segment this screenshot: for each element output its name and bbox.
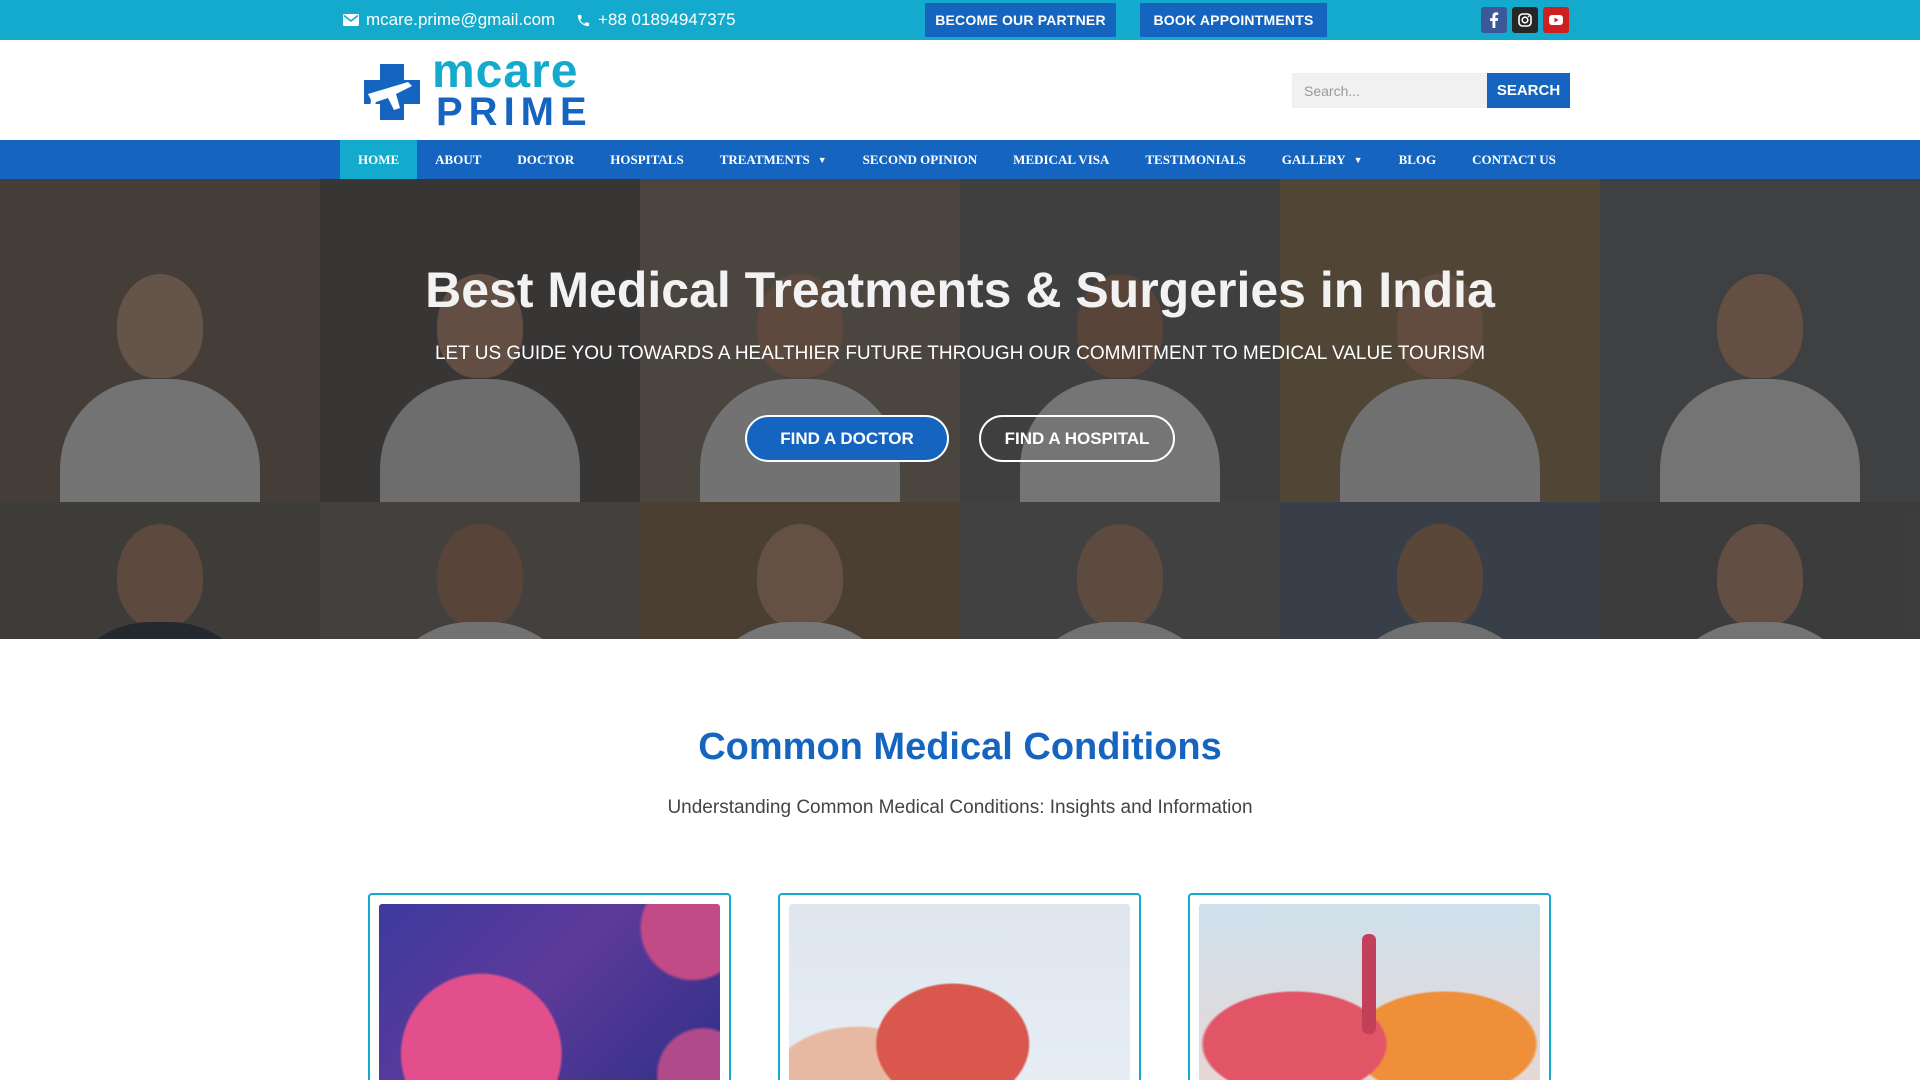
nav-doctor[interactable]: DOCTOR xyxy=(499,140,592,179)
heart-image xyxy=(789,904,1130,1080)
phone-contact[interactable]: +88 01894947375 xyxy=(576,0,736,40)
top-bar: mcare.prime@gmail.com +88 01894947375 BE… xyxy=(0,0,1920,40)
email-contact[interactable]: mcare.prime@gmail.com xyxy=(343,0,555,40)
nav-second-opinion[interactable]: SECOND OPINION xyxy=(845,140,996,179)
nav-testimonials[interactable]: TESTIMONIALS xyxy=(1127,140,1263,179)
hero-subtitle: LET US GUIDE YOU TOWARDS A HEALTHIER FUT… xyxy=(434,343,1486,364)
section-subtitle: Understanding Common Medical Conditions:… xyxy=(667,797,1253,818)
hero-banner: Best Medical Treatments & Surgeries in I… xyxy=(0,179,1920,639)
search-input[interactable] xyxy=(1292,73,1487,108)
nav-hospitals[interactable]: HOSPITALS xyxy=(592,140,701,179)
nav-home[interactable]: HOME xyxy=(340,140,418,179)
section-title: Common Medical Conditions xyxy=(698,726,1222,768)
youtube-icon[interactable] xyxy=(1543,7,1569,33)
condition-card-cancer[interactable] xyxy=(368,893,731,1080)
lungs-image xyxy=(1199,904,1540,1080)
envelope-icon xyxy=(343,14,359,26)
instagram-icon[interactable] xyxy=(1512,7,1538,33)
phone-icon xyxy=(577,14,590,26)
site-logo[interactable]: mcare PRIME xyxy=(356,48,601,134)
main-navigation: HOME ABOUT DOCTOR HOSPITALS TREATMENTS ▼ … xyxy=(0,140,1920,179)
email-text: mcare.prime@gmail.com xyxy=(366,10,556,29)
nav-about[interactable]: ABOUT xyxy=(417,140,499,179)
nav-blog[interactable]: BLOG xyxy=(1381,140,1455,179)
find-hospital-button[interactable]: FIND A HOSPITAL xyxy=(979,415,1175,462)
nav-contact-us[interactable]: CONTACT US xyxy=(1454,140,1574,179)
condition-card-lungs[interactable] xyxy=(1188,893,1551,1080)
caret-down-icon: ▼ xyxy=(817,154,827,165)
hero-title: Best Medical Treatments & Surgeries in I… xyxy=(425,262,1495,318)
phone-text: +88 01894947375 xyxy=(598,10,736,29)
search-button[interactable]: SEARCH xyxy=(1487,73,1570,108)
nav-medical-visa[interactable]: MEDICAL VISA xyxy=(995,140,1127,179)
condition-card-heart[interactable] xyxy=(778,893,1141,1080)
caret-down-icon: ▼ xyxy=(1353,154,1363,165)
become-partner-button[interactable]: BECOME OUR PARTNER xyxy=(925,3,1116,37)
hero-overlay xyxy=(0,179,1920,639)
nav-gallery[interactable]: GALLERY ▼ xyxy=(1264,140,1381,179)
book-appointments-button[interactable]: BOOK APPOINTMENTS xyxy=(1140,3,1327,37)
facebook-icon[interactable] xyxy=(1481,7,1507,33)
logo-text-mcare: mcare xyxy=(432,45,579,98)
nav-treatments[interactable]: TREATMENTS ▼ xyxy=(702,140,845,179)
logo-text-prime: PRIME xyxy=(436,90,593,134)
find-doctor-button[interactable]: FIND A DOCTOR xyxy=(745,415,949,462)
cancer-cell-image xyxy=(379,904,720,1080)
site-header: mcare PRIME SEARCH xyxy=(0,40,1920,140)
